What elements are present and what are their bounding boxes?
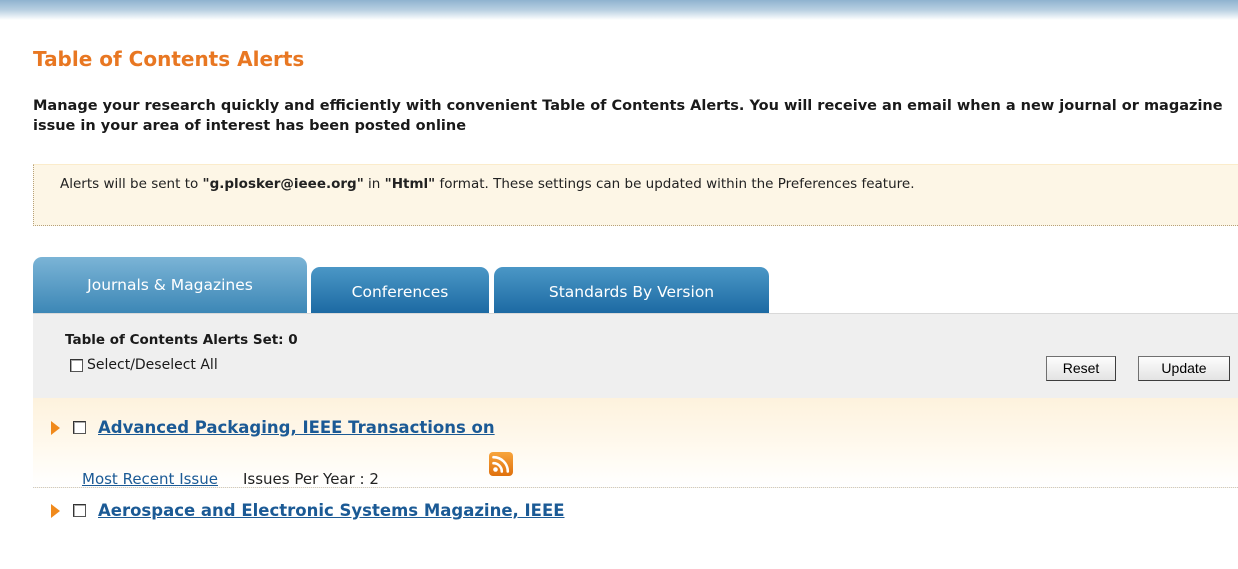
page-title: Table of Contents Alerts xyxy=(33,47,305,71)
notice-text: Alerts will be sent to "g.plosker@ieee.o… xyxy=(60,173,1180,196)
alert-settings-notice: Alerts will be sent to "g.plosker@ieee.o… xyxy=(33,164,1238,226)
publication-row: Advanced Packaging, IEEE Transactions on… xyxy=(33,398,1238,488)
publication-row-head: Advanced Packaging, IEEE Transactions on xyxy=(51,418,495,437)
publication-checkbox[interactable] xyxy=(73,421,86,434)
rss-icon[interactable] xyxy=(489,452,513,476)
select-all-label: Select/Deselect All xyxy=(87,357,218,373)
issues-per-year-label: Issues Per Year : xyxy=(242,470,370,488)
most-recent-issue-link[interactable]: Most Recent Issue xyxy=(82,470,218,488)
publication-row-head: Aerospace and Electronic Systems Magazin… xyxy=(51,501,565,520)
select-all-checkbox[interactable] xyxy=(70,358,83,372)
issues-per-year-value: 2 xyxy=(369,470,379,488)
notice-email: "g.plosker@ieee.org" xyxy=(202,176,364,192)
notice-middle: in xyxy=(363,176,385,192)
publication-title-link[interactable]: Advanced Packaging, IEEE Transactions on xyxy=(98,418,495,437)
notice-suffix: format. These settings can be updated wi… xyxy=(435,176,915,192)
top-gradient-bar xyxy=(0,0,1238,20)
expand-arrow-icon[interactable] xyxy=(51,420,60,435)
tab-standards-by-version[interactable]: Standards By Version xyxy=(494,267,769,313)
publication-row: Aerospace and Electronic Systems Magazin… xyxy=(33,489,1238,569)
update-button[interactable]: Update xyxy=(1138,356,1230,381)
tab-conferences[interactable]: Conferences xyxy=(311,267,489,313)
notice-prefix: Alerts will be sent to xyxy=(60,176,203,192)
issues-per-year: Issues Per Year : 2 xyxy=(243,470,379,488)
notice-format: "Html" xyxy=(384,176,436,192)
publication-title-link[interactable]: Aerospace and Electronic Systems Magazin… xyxy=(98,501,565,520)
alerts-set-count: Table of Contents Alerts Set: 0 xyxy=(65,332,298,348)
tab-journals-magazines[interactable]: Journals & Magazines xyxy=(33,257,307,313)
expand-arrow-icon[interactable] xyxy=(51,503,60,518)
alerts-panel-header: Table of Contents Alerts Set: 0 Select/D… xyxy=(33,313,1238,398)
intro-text: Manage your research quickly and efficie… xyxy=(33,98,1223,134)
select-all-control[interactable]: Select/Deselect All xyxy=(70,357,218,373)
publication-meta: Most Recent Issue Issues Per Year : 2 xyxy=(82,470,379,488)
publication-checkbox[interactable] xyxy=(73,504,86,517)
reset-button[interactable]: Reset xyxy=(1046,356,1116,381)
